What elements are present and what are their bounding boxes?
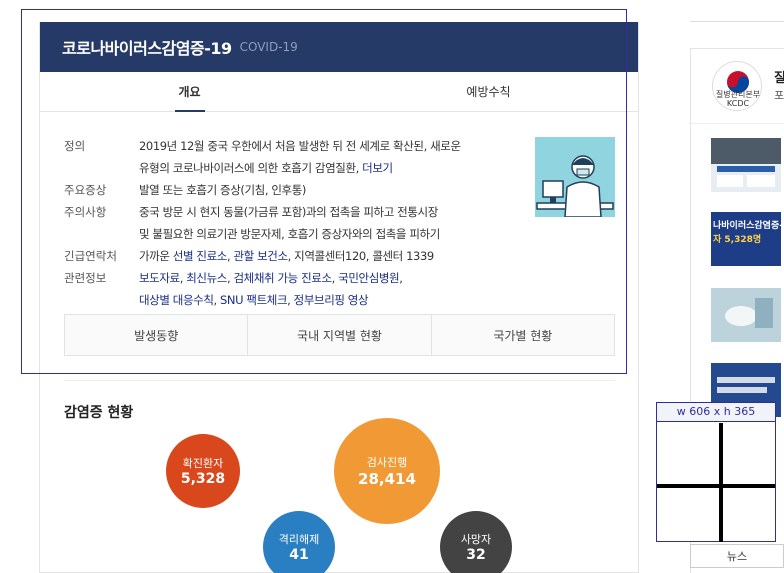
news-thumbnail-2[interactable]: 나바이러스감염증-1 자 5,328명 bbox=[711, 212, 781, 266]
caution-text-1: 중국 방문 시 현지 동물(가금류 포함)과의 접촉을 피하고 전통시장 bbox=[139, 205, 438, 219]
released-label: 격리해제 bbox=[278, 533, 320, 546]
covid-info-card: 코로나바이러스감염증-19 COVID-19 개요 예방수칙 정의 2019년 … bbox=[39, 22, 639, 573]
news-thumb-2-line1: 나바이러스감염증-1 bbox=[713, 221, 781, 231]
latest-news-link[interactable]: 최신뉴스 bbox=[186, 271, 227, 285]
more-link[interactable]: 더보기 bbox=[362, 161, 393, 175]
news-button[interactable]: 뉴스 bbox=[690, 544, 784, 568]
tab-bar: 개요 예방수칙 bbox=[40, 72, 638, 112]
sidebar-subtitle: 포 bbox=[774, 89, 784, 102]
info-row-caution: 주의사항 중국 방문 시 현지 동물(가금류 포함)과의 접촉을 피하고 전통시… bbox=[64, 201, 514, 245]
info-row-symptoms: 주요증상 발열 또는 호흡기 증상(기침, 인후통) bbox=[64, 179, 514, 201]
testing-label: 검사진행 bbox=[366, 456, 408, 469]
guidelines-link[interactable]: 대상별 대응수칙 bbox=[139, 293, 214, 307]
health-center-link[interactable]: 관할 보건소 bbox=[233, 249, 288, 263]
testing-bubble: 검사진행 28,414 bbox=[334, 418, 440, 524]
kcdc-abbr: KCDC bbox=[726, 99, 750, 108]
link-buttons: 발생동향 국내 지역별 현황 국가별 현황 bbox=[64, 314, 615, 356]
stats-title: 감염증 현황 bbox=[64, 405, 134, 421]
contact-suffix: 지역콜센터120, 콜센터 1339 bbox=[294, 249, 434, 263]
section-divider bbox=[64, 380, 615, 381]
briefing-video-link[interactable]: 정부브리핑 영상 bbox=[294, 293, 369, 307]
tab-overview[interactable]: 개요 bbox=[40, 72, 339, 111]
outbreak-trend-button[interactable]: 발생동향 bbox=[65, 315, 249, 355]
info-row-contact: 긴급연락처 가까운 선별 진료소, 관할 보건소, 지역콜센터120, 콜센터 … bbox=[64, 245, 514, 267]
deaths-bubble: 사망자 32 bbox=[440, 511, 512, 573]
definition-text-2: 유형의 코로나바이러스에 의한 호흡기 감염질환, bbox=[139, 161, 359, 175]
domestic-region-button[interactable]: 국내 지역별 현황 bbox=[248, 315, 432, 355]
news-thumbnail-3[interactable] bbox=[711, 288, 781, 342]
definition-text-1: 2019년 12월 중국 우한에서 처음 발생한 뒤 전 세계로 확산된, 새로… bbox=[139, 139, 461, 153]
news-thumbnail-1[interactable] bbox=[711, 138, 781, 192]
kcdc-name: 질병관리본부 bbox=[715, 90, 761, 99]
caution-text-2: 및 불필요한 의료기관 방문자제, 호흡기 증상자와의 접촉을 피하기 bbox=[139, 227, 440, 241]
screening-clinic-link[interactable]: 선별 진료소 bbox=[173, 249, 228, 263]
symptoms-text: 발열 또는 호흡기 증상(기침, 인후통) bbox=[139, 183, 306, 197]
overlay-size-label: w 606 x h 365 bbox=[657, 403, 775, 422]
contact-label: 긴급연락처 bbox=[64, 249, 117, 263]
info-list: 정의 2019년 12월 중국 우한에서 처음 발생한 뒤 전 세계로 확산된,… bbox=[64, 135, 514, 311]
country-status-button[interactable]: 국가별 현황 bbox=[432, 315, 614, 355]
press-release-link[interactable]: 보도자료 bbox=[139, 271, 180, 285]
related-label: 관련정보 bbox=[64, 271, 107, 285]
doctor-illustration bbox=[535, 137, 615, 217]
safe-hospital-link[interactable]: 국민안심병원 bbox=[338, 271, 399, 285]
snu-factcheck-link[interactable]: SNU 팩트체크 bbox=[220, 293, 288, 307]
news-thumb-2-line2: 자 5,328명 bbox=[713, 235, 762, 245]
confirmed-value: 5,328 bbox=[180, 471, 226, 487]
info-row-definition: 정의 2019년 12월 중국 우한에서 처음 발생한 뒤 전 세계로 확산된,… bbox=[64, 135, 514, 179]
released-bubble: 격리해제 41 bbox=[263, 511, 335, 573]
definition-label: 정의 bbox=[64, 139, 86, 153]
card-header: 코로나바이러스감염증-19 COVID-19 bbox=[40, 22, 638, 72]
info-row-related: 관련정보 보도자료, 최신뉴스, 검체채취 가능 진료소, 국민안심병원, 대상… bbox=[64, 267, 514, 311]
sidebar-top-line bbox=[690, 21, 784, 22]
crosshair-icon bbox=[657, 423, 775, 542]
overlay-box: w 606 x h 365 bbox=[656, 402, 776, 542]
caution-label: 주의사항 bbox=[64, 205, 107, 219]
tab-prevention[interactable]: 예방수칙 bbox=[339, 72, 638, 111]
symptoms-label: 주요증상 bbox=[64, 183, 107, 197]
confirmed-label: 확진환자 bbox=[182, 457, 224, 470]
confirmed-bubble: 확진환자 5,328 bbox=[166, 434, 240, 508]
sidebar-title: 질 bbox=[774, 71, 784, 86]
deaths-value: 32 bbox=[466, 547, 486, 563]
card-subtitle: COVID-19 bbox=[239, 40, 298, 54]
kcdc-logo-area[interactable]: 질병관리본부 KCDC 질 포 bbox=[691, 49, 784, 124]
contact-prefix: 가까운 bbox=[139, 249, 170, 263]
deaths-label: 사망자 bbox=[460, 533, 492, 546]
testing-value: 28,414 bbox=[358, 470, 416, 488]
testing-clinic-link[interactable]: 검체채취 가능 진료소 bbox=[234, 271, 333, 285]
card-title: 코로나바이러스감염증-19 bbox=[62, 39, 232, 58]
released-value: 41 bbox=[289, 547, 309, 563]
